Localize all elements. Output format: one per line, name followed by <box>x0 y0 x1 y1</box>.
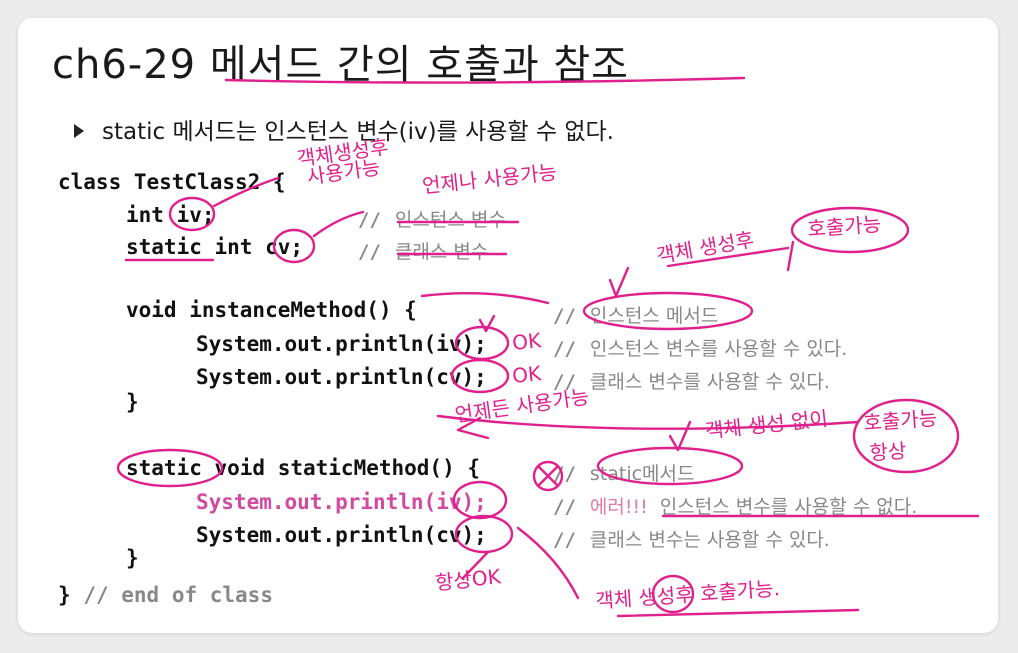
hand-note-4: 객체 생성후 <box>655 227 756 268</box>
underline-create-then-call <box>616 608 860 618</box>
handwriting-overlay: 객체생성후 사용가능 언제나 사용가능 객체 생성후 호출가능 OK OK 언제… <box>116 76 980 618</box>
code-close-brace: } <box>58 583 71 607</box>
triangle-bullet-icon <box>74 124 84 138</box>
hand-note-ok-1: OK <box>511 328 543 355</box>
bullet-line: static 메서드는 인스턴스 변수(iv)를 사용할 수 없다. <box>74 112 614 146</box>
code-line-static-method: static void staticMethod() { <box>126 456 480 480</box>
code-line-instance-method: void instanceMethod() { <box>126 298 417 322</box>
hand-note-always-ok: 항상OK <box>434 564 503 595</box>
comment-instance-method: //인스턴스 메서드 <box>553 305 719 327</box>
tick-mark <box>786 240 795 272</box>
comment-sm-text: static메서드 <box>589 463 695 485</box>
code-line-im-println-cv: System.out.println(cv); <box>196 365 487 389</box>
code-line-sm-println-iv: System.out.println(iv); <box>196 490 487 514</box>
code-line-cv: static int cv; <box>126 235 303 259</box>
arrowhead-anytime <box>456 416 490 440</box>
hand-note-without-create: 객체 생성 없이 <box>704 406 829 443</box>
arrow-anytime <box>436 414 860 430</box>
comment-static-method: //static메서드 <box>553 463 695 485</box>
code-line-sm-println-cv: System.out.println(cv); <box>196 523 487 547</box>
code-line-class-close: } // end of class <box>58 583 273 607</box>
check-im <box>608 266 630 298</box>
comment-sm-cv-text: 클래스 변수는 사용할 수 있다. <box>589 529 830 551</box>
bullet-text: static 메서드는 인스턴스 변수(iv)를 사용할 수 없다. <box>102 119 614 145</box>
comment-sm-iv-text: 인스턴스 변수를 사용할 수 없다. <box>659 496 918 518</box>
circle-call-right <box>852 398 960 474</box>
code-end-comment: // end of class <box>83 583 273 607</box>
code-cv-rest: int cv; <box>201 235 304 259</box>
code-line-sm-close: } <box>126 546 139 570</box>
arrow-im <box>420 292 550 305</box>
code-line-class-decl: class TestClass2 { <box>58 170 286 194</box>
page-title: ch6-29 메서드 간의 호출과 참조 <box>52 42 629 88</box>
code-line-im-println-iv: System.out.println(iv); <box>196 332 487 356</box>
underline-object-create <box>666 246 790 268</box>
circle-call-possible <box>790 206 910 254</box>
comment-im-iv: //인스턴스 변수를 사용할 수 있다. <box>553 338 848 360</box>
hand-note-ok-2: OK <box>511 361 543 388</box>
comment-im-cv: //클래스 변수를 사용할 수 있다. <box>553 371 830 393</box>
code-line-iv: int iv; <box>126 203 215 227</box>
hand-note-always: 항상 <box>869 438 907 465</box>
comment-cv: //클래스 변수 <box>358 241 489 263</box>
comment-iv: //인스턴스 변수 <box>358 209 506 231</box>
comment-im-cv-text: 클래스 변수를 사용할 수 있다. <box>589 371 830 393</box>
code-keyword-static: static <box>126 235 202 259</box>
comment-iv-text: 인스턴스 변수 <box>394 209 506 231</box>
hand-note-3: 언제나 사용가능 <box>421 160 558 198</box>
code-line-im-close: } <box>126 390 139 414</box>
comment-sm-cv: //클래스 변수는 사용할 수 있다. <box>553 529 830 551</box>
comment-im-text: 인스턴스 메서드 <box>589 305 719 327</box>
comment-sm-iv: //에러!!! 인스턴스 변수를 사용할 수 없다. <box>553 496 918 518</box>
slide: ch6-29 메서드 간의 호출과 참조 static 메서드는 인스턴스 변수… <box>18 18 998 633</box>
arrow-cv-note <box>312 210 365 238</box>
comment-error-label: 에러!!! <box>589 496 648 518</box>
code-sm-rest: void staticMethod() { <box>201 456 481 480</box>
check-sm <box>668 420 692 452</box>
circle-create <box>651 574 695 614</box>
comment-cv-text: 클래스 변수 <box>394 241 489 263</box>
arrow-always-ok <box>461 550 490 580</box>
code-keyword-static-2: static <box>126 456 202 480</box>
comment-im-iv-text: 인스턴스 변수를 사용할 수 있다. <box>589 338 848 360</box>
hand-note-create-then-call: 객체 생성후 호출가능. <box>595 576 781 613</box>
hand-note-2: 사용가능 <box>305 155 381 189</box>
hand-note-5: 호출가능 <box>807 212 882 241</box>
hand-note-call-right: 호출가능 <box>863 406 938 435</box>
check-im-iv <box>478 314 496 333</box>
